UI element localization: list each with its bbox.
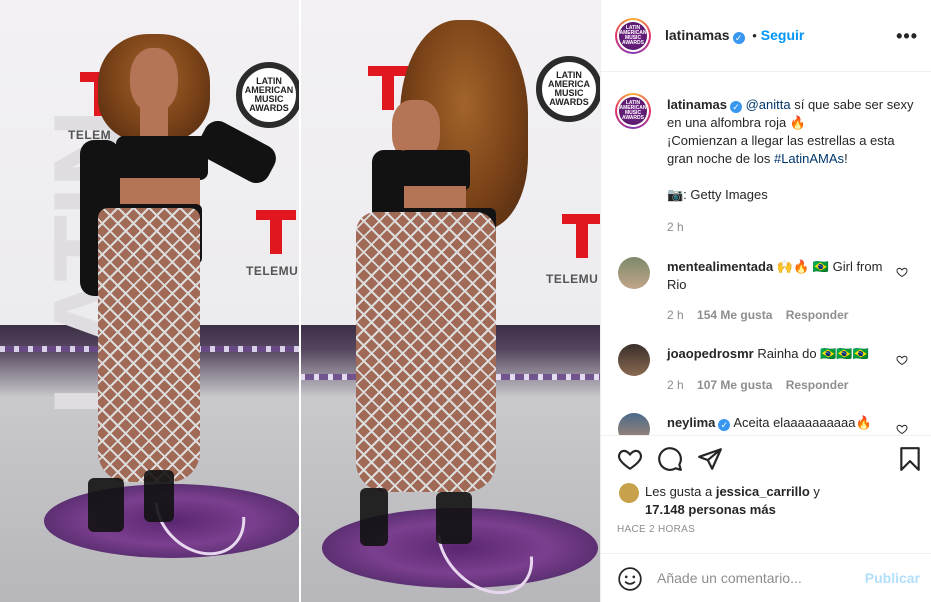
post-caption: latinamas ✓ @anitta sí que sabe ser sexy … <box>667 96 917 204</box>
comment-like-heart-icon[interactable] <box>896 423 908 435</box>
photo-left-panel: LATIN LATIN AMERICAN MUSIC AWARDS TELEM … <box>0 0 300 602</box>
comment-meta: 2 h 107 Me gusta Responder <box>667 378 848 392</box>
separator-dot: • <box>752 28 757 43</box>
like-heart-icon[interactable] <box>617 446 643 472</box>
comment-text: Aceita elaaaaaaaaaa🔥 <box>733 415 872 430</box>
caption-text-3: ! <box>844 151 848 166</box>
comment-like-heart-icon[interactable] <box>896 266 908 278</box>
photo-credit: 📷: Getty Images <box>667 187 768 202</box>
verified-icon: ✓ <box>729 101 742 113</box>
comment-item: mentealimentada 🙌🔥 🇧🇷 Girl from Rio <box>667 258 897 294</box>
comment-bubble-icon[interactable] <box>657 446 683 472</box>
comment-time[interactable]: 2 h <box>667 378 684 392</box>
photo-right-panel: LATIN AMERICA MUSIC AWARDS TELEMU <box>300 0 600 602</box>
caption-time[interactable]: 2 h <box>667 220 684 234</box>
share-plane-icon[interactable] <box>697 446 723 472</box>
likes-summary: Les gusta a jessica_carrillo y 17.148 pe… <box>645 483 915 519</box>
comments-section[interactable]: LATIN AMERICAN MUSIC AWARDS latinamas ✓ @… <box>601 73 931 435</box>
post-timestamp[interactable]: HACE 2 HORAS <box>617 524 695 535</box>
comment-likes[interactable]: 107 Me gusta <box>697 378 772 392</box>
comment-like-heart-icon[interactable] <box>896 354 908 366</box>
likes-prefix: Les gusta a <box>645 484 716 499</box>
verified-icon: ✓ <box>732 32 745 44</box>
publish-button[interactable]: Publicar <box>865 570 920 586</box>
mention-link[interactable]: @anitta <box>746 97 791 112</box>
comment-username[interactable]: joaopedrosmr <box>667 346 754 361</box>
post-photo[interactable]: LATIN LATIN AMERICAN MUSIC AWARDS TELEM … <box>0 0 600 602</box>
telemundo-logo-left <box>256 210 296 254</box>
comment-text: Rainha do 🇧🇷🇧🇷🇧🇷 <box>757 346 869 361</box>
reply-button[interactable]: Responder <box>786 378 849 392</box>
comment-item: joaopedrosmr Rainha do 🇧🇷🇧🇷🇧🇷 <box>667 345 897 363</box>
comment-avatar[interactable] <box>618 413 650 435</box>
post-actions: Les gusta a jessica_carrillo y 17.148 pe… <box>601 435 931 602</box>
likes-connector: y <box>809 484 820 499</box>
comment-time[interactable]: 2 h <box>667 308 684 322</box>
comment-username[interactable]: neylima <box>667 415 715 430</box>
follow-button[interactable]: Seguir <box>761 27 805 43</box>
save-bookmark-icon[interactable] <box>897 446 923 472</box>
emoji-smiley-icon[interactable] <box>617 566 643 592</box>
liker-avatar[interactable] <box>619 483 639 503</box>
photo-divider <box>299 0 301 602</box>
comment-input[interactable]: Añade un comentario... <box>657 570 802 586</box>
comment-composer: Añade un comentario... Publicar <box>601 553 931 602</box>
telemundo-logo-right <box>562 214 600 258</box>
comment-avatar[interactable] <box>618 257 650 289</box>
caption-username[interactable]: latinamas <box>667 97 727 112</box>
comment-item: neylima ✓ Aceita elaaaaaaaaaa🔥 <box>667 414 897 432</box>
hashtag-link[interactable]: #LatinAMAs <box>774 151 844 166</box>
caption-avatar[interactable]: LATIN AMERICAN MUSIC AWARDS <box>615 93 651 129</box>
ama-logo-right: LATIN AMERICA MUSIC AWARDS <box>536 56 600 122</box>
verified-icon: ✓ <box>718 419 731 431</box>
likes-count[interactable]: 17.148 personas más <box>645 502 776 517</box>
comment-likes[interactable]: 154 Me gusta <box>697 308 772 322</box>
liker-username[interactable]: jessica_carrillo <box>716 484 810 499</box>
post-header: LATIN AMERICAN MUSIC AWARDS latinamas ✓ •… <box>601 0 931 72</box>
more-options-icon[interactable]: ••• <box>896 26 918 47</box>
comment-avatar[interactable] <box>618 344 650 376</box>
telemundo-word-left: TELEMUNDO <box>246 264 300 278</box>
reply-button[interactable]: Responder <box>786 308 849 322</box>
telemundo-word-right: TELEMU <box>546 272 599 286</box>
comment-meta: 2 h 154 Me gusta Responder <box>667 308 848 322</box>
ama-logo-left: LATIN AMERICAN MUSIC AWARDS <box>236 62 300 128</box>
post-side-panel: LATIN AMERICAN MUSIC AWARDS latinamas ✓ •… <box>600 0 931 602</box>
account-avatar[interactable]: LATIN AMERICAN MUSIC AWARDS <box>615 18 651 54</box>
comment-username[interactable]: mentealimentada <box>667 259 773 274</box>
account-username[interactable]: latinamas <box>665 27 730 43</box>
